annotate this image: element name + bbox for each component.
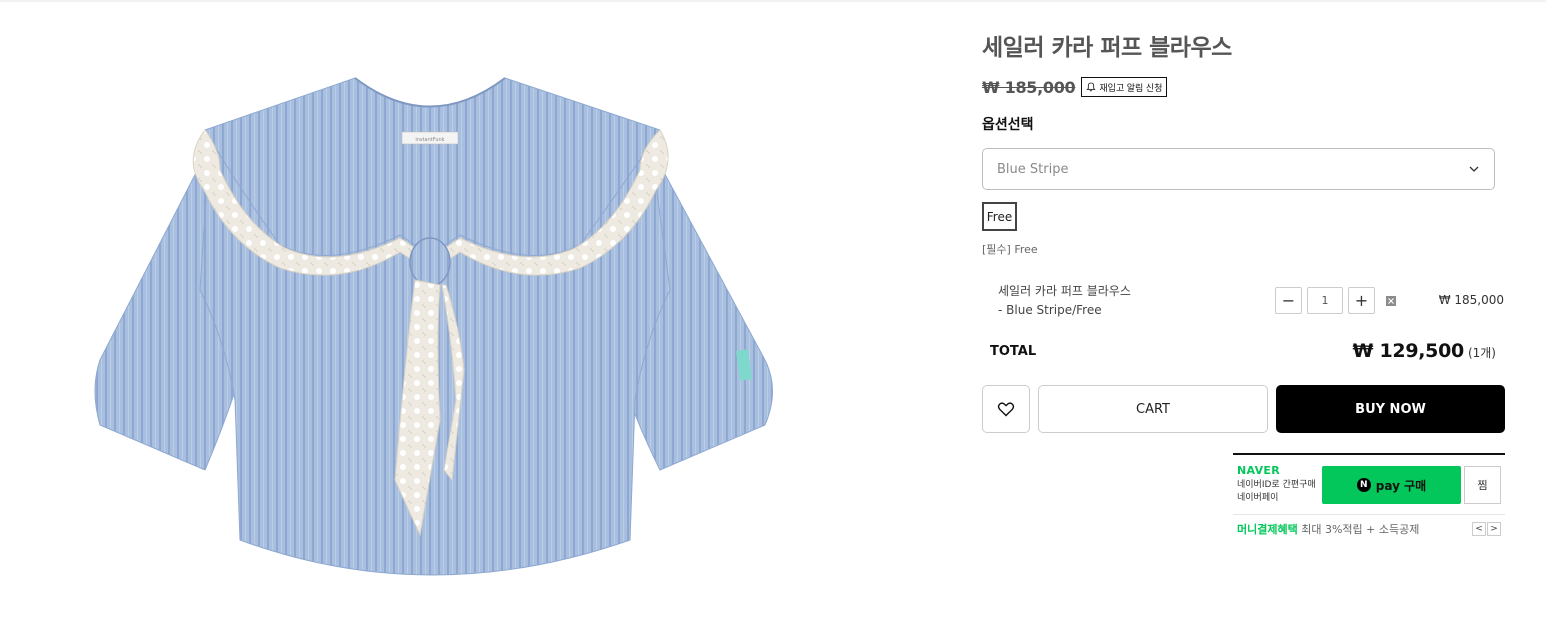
benefit-prev-button[interactable]: < [1472, 522, 1486, 536]
close-icon [1388, 297, 1394, 304]
option-select[interactable]: Blue Stripe [982, 148, 1495, 190]
decrease-quantity-button[interactable]: − [1275, 287, 1302, 314]
total-price: ₩ 129,500 (1개) [1353, 340, 1496, 362]
naver-pay-description: 네이버ID로 간편구매 네이버페이 [1237, 479, 1316, 505]
brand-label-text: instantFunk [415, 137, 444, 143]
heart-icon [997, 402, 1015, 417]
chevron-down-icon [1469, 166, 1479, 172]
total-label: TOTAL [990, 344, 1037, 359]
benefit-next-button[interactable]: > [1487, 522, 1501, 536]
quantity-stepper: − 1 + [1275, 287, 1396, 314]
add-to-cart-button[interactable]: CART [1038, 385, 1268, 433]
product-info-panel: 세일러 카라 퍼프 블라우스 ₩ 185,000 재입고 알림 신청 옵션선택 … [982, 0, 1512, 636]
selected-item-name: 세일러 카라 퍼프 블라우스 [998, 284, 1131, 298]
naver-pay-buy-button[interactable]: N pay 구매 [1322, 466, 1461, 504]
naver-pay-buy-label: pay 구매 [1375, 478, 1427, 493]
selected-item-variant: - Blue Stripe/Free [998, 303, 1102, 317]
naver-pay-panel: NAVER 네이버ID로 간편구매 네이버페이 N pay 구매 찜 머니결제혜… [1233, 453, 1505, 543]
restock-alert-button[interactable]: 재입고 알림 신청 [1081, 77, 1168, 97]
option-select-value: Blue Stripe [997, 161, 1069, 177]
product-title: 세일러 카라 퍼프 블라우스 [982, 35, 1232, 61]
price-row: ₩ 185,000 재입고 알림 신청 [982, 77, 1168, 97]
benefit-detail: 최대 3%적립 + 소득공제 [1301, 523, 1420, 536]
naver-pay-wish-button[interactable]: 찜 [1464, 466, 1501, 504]
naver-pay-divider [1233, 514, 1505, 515]
selected-item-price: ₩ 185,000 [1438, 293, 1504, 307]
restock-alert-label: 재입고 알림 신청 [1099, 82, 1163, 93]
selected-item: 세일러 카라 퍼프 블라우스 - Blue Stripe/Free [998, 282, 1131, 320]
naver-pay-benefit: 머니결제혜택 최대 3%적립 + 소득공제 [1237, 521, 1419, 537]
wishlist-button[interactable] [982, 385, 1030, 433]
benefit-pager: < > [1472, 522, 1501, 536]
benefit-highlight: 머니결제혜택 [1237, 523, 1298, 536]
increase-quantity-button[interactable]: + [1348, 287, 1375, 314]
bell-icon [1086, 82, 1097, 92]
naver-pay-sub-line2: 네이버페이 [1237, 493, 1279, 503]
size-option-free[interactable]: Free [982, 202, 1017, 231]
remove-item-button[interactable] [1386, 295, 1396, 306]
naver-logo: NAVER [1237, 464, 1280, 477]
total-amount: ₩ 129,500 [1352, 340, 1465, 362]
total-count: (1개) [1467, 346, 1496, 360]
product-image: instantFunk [60, 40, 800, 636]
quantity-input[interactable]: 1 [1307, 287, 1343, 314]
naver-n-icon: N [1356, 478, 1371, 492]
naver-pay-sub-line1: 네이버ID로 간편구매 [1237, 480, 1316, 490]
buy-now-button[interactable]: BUY NOW [1276, 385, 1505, 433]
option-heading: 옵션선택 [982, 117, 1034, 133]
required-option-label: [필수] Free [982, 243, 1038, 256]
original-price: ₩ 185,000 [982, 77, 1076, 97]
